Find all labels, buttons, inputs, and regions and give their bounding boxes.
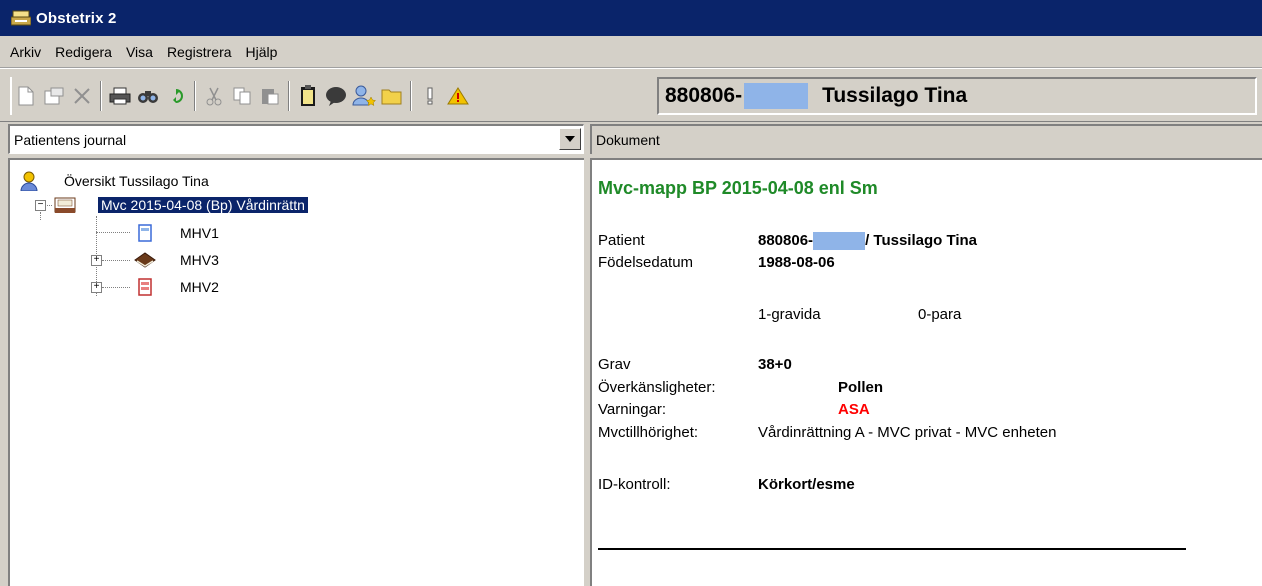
tree-node-mvc-folder[interactable]: Mvc 2015-04-08 (Bp) Vårdinrättn	[54, 194, 309, 216]
menu-redigera[interactable]: Redigera	[55, 42, 112, 62]
mvc-value: Vårdinrättning A - MVC privat - MVC enhe…	[758, 424, 1057, 441]
window-title: Obstetrix 2	[36, 9, 117, 27]
tree-expand-toggle[interactable]: +	[91, 282, 102, 293]
mvc-label: Mvctillhörighet:	[598, 424, 699, 441]
menu-registrera[interactable]: Registrera	[167, 42, 232, 62]
form-blue-icon	[134, 223, 156, 243]
new-document-icon[interactable]	[14, 84, 38, 108]
grav-label: Grav	[598, 356, 631, 373]
patient-banner: 880806- Tussilago Tina	[657, 77, 1257, 115]
patient-label: Patient	[598, 232, 645, 249]
warning-label: Varningar:	[598, 401, 667, 418]
tree-label-mhv1: MHV1	[180, 225, 219, 241]
tree-node-mhv1[interactable]: MHV1	[134, 222, 219, 244]
tree-line	[102, 287, 130, 288]
toolbar-area: 880806- Tussilago Tina	[0, 68, 1262, 122]
patient-name: Tussilago Tina	[822, 84, 968, 107]
patient-value: 880806- / Tussilago Tina	[758, 232, 978, 251]
menu-bar: Arkiv Redigera Visa Registrera Hjälp	[0, 36, 1262, 68]
id-control-label: ID-kontroll:	[598, 476, 671, 493]
patient-id: 880806-	[665, 84, 743, 107]
find-icon[interactable]	[136, 84, 160, 108]
toolbar	[10, 77, 650, 115]
copy-icon[interactable]	[230, 84, 254, 108]
warning-value: ASA	[838, 401, 870, 418]
gravida-value: 1-gravida	[758, 306, 821, 323]
warning-icon[interactable]	[446, 84, 470, 108]
birthdate-value: 1988-08-06	[758, 254, 835, 271]
tree-label-mvc-folder: Mvc 2015-04-08 (Bp) Vårdinrättn	[97, 196, 309, 214]
menu-hjalp[interactable]: Hjälp	[246, 42, 278, 62]
para-value: 0-para	[918, 306, 962, 323]
menu-arkiv[interactable]: Arkiv	[10, 42, 41, 62]
id-control-value: Körkort/esme	[758, 476, 855, 493]
print-icon[interactable]	[108, 84, 132, 108]
tree-collapse-toggle[interactable]: −	[35, 200, 46, 211]
journal-tree[interactable]: Översikt Tussilago Tina − Mvc 2015-04-08…	[8, 158, 584, 586]
birthdate-label: Födelsedatum	[598, 254, 694, 271]
document-pane: Dokument Mvc-mapp BP 2015-04-08 enl Sm P…	[590, 124, 1262, 586]
tree-node-mhv3[interactable]: MHV3	[134, 249, 219, 271]
patient-name-value: / Tussilago Tina	[865, 232, 978, 249]
tree-expand-toggle[interactable]: +	[91, 255, 102, 266]
title-bar: Obstetrix 2	[0, 0, 1262, 36]
tree-line	[96, 232, 130, 233]
user-star-icon[interactable]	[352, 84, 376, 108]
toolbar-separator	[100, 81, 102, 111]
properties-icon[interactable]	[42, 84, 66, 108]
app-printer-icon	[10, 9, 32, 27]
refresh-icon[interactable]	[164, 84, 188, 108]
clipboard-icon[interactable]	[296, 84, 320, 108]
tree-node-overview[interactable]: Översikt Tussilago Tina	[18, 170, 209, 192]
tree-label-mhv2: MHV2	[180, 279, 219, 295]
document-title: Mvc-mapp BP 2015-04-08 enl Sm	[598, 178, 878, 198]
tree-line	[102, 260, 130, 261]
toolbar-separator	[194, 81, 196, 111]
journal-select[interactable]: Patientens journal	[8, 124, 584, 154]
allergy-value: Pollen	[838, 379, 884, 396]
folder-icon[interactable]	[380, 84, 404, 108]
chevron-down-icon[interactable]	[559, 128, 581, 150]
document-divider	[598, 548, 1186, 550]
delete-icon[interactable]	[70, 84, 94, 108]
form-red-icon	[134, 277, 156, 297]
tree-label-overview: Översikt Tussilago Tina	[64, 173, 209, 189]
document-header: Dokument	[590, 124, 1262, 154]
user-icon	[18, 171, 40, 191]
redacted-mask	[744, 83, 809, 109]
document-view[interactable]: Mvc-mapp BP 2015-04-08 enl Sm Patient 88…	[590, 158, 1262, 586]
cut-icon[interactable]	[202, 84, 226, 108]
tree-label-mhv3: MHV3	[180, 252, 219, 268]
tree-line	[40, 212, 41, 220]
patient-id-value: 880806-	[758, 232, 814, 249]
grav-value: 38+0	[758, 356, 792, 373]
redacted-mask	[813, 232, 866, 251]
allergy-label: Överkänsligheter:	[598, 379, 716, 396]
exclamation-icon[interactable]	[418, 84, 442, 108]
tree-node-mhv2[interactable]: MHV2	[134, 276, 219, 298]
toolbar-separator	[410, 81, 412, 111]
toolbar-separator	[288, 81, 290, 111]
open-book-icon	[54, 195, 76, 215]
journal-pane: Patientens journal Översikt Tussilago Ti…	[8, 124, 584, 586]
menu-visa[interactable]: Visa	[126, 42, 153, 62]
speech-bubble-icon[interactable]	[324, 84, 348, 108]
journal-select-value: Patientens journal	[14, 131, 127, 148]
paste-icon[interactable]	[258, 84, 282, 108]
book-icon	[134, 250, 156, 270]
